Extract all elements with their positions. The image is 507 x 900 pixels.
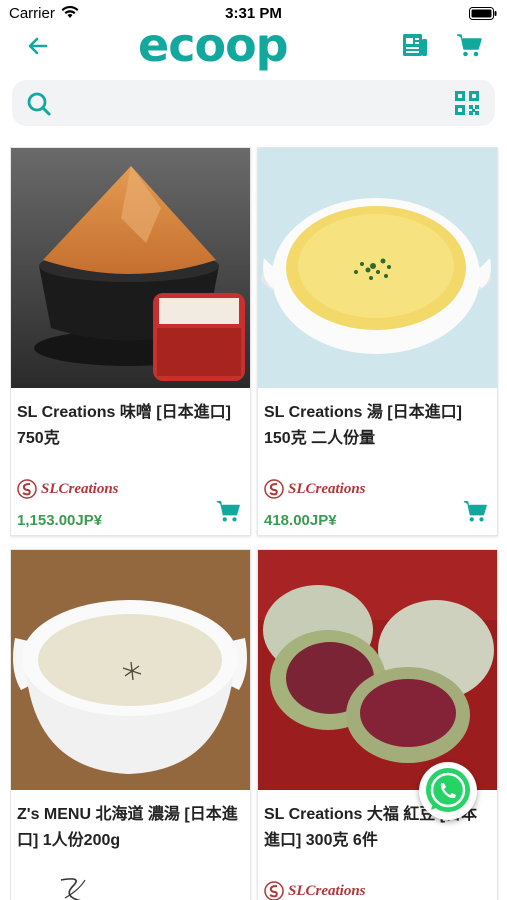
whatsapp-icon [426,768,470,812]
search-bar[interactable] [12,80,495,126]
product-card[interactable]: Z's MENU 北海道 濃湯 [日本進口] 1人份200g [10,549,251,900]
brand-logo [17,878,141,900]
brand-s-icon [264,479,284,499]
product-image-daifuku [258,550,497,790]
back-arrow-icon[interactable] [24,32,52,60]
brand-logo: SLCreations [264,878,366,900]
battery-icon [469,7,497,20]
product-image-miso [11,148,250,388]
product-price: 1,153.00JP¥ [17,512,103,529]
product-image-cream-soup [11,550,250,790]
ecoop-logo: ecoop [138,18,289,72]
product-name[interactable]: SL Creations 湯 [日本進口] 150克 二人份量 [264,400,490,452]
search-input[interactable] [62,88,442,118]
whatsapp-button[interactable] [419,762,477,820]
search-icon [27,92,51,116]
brand-s-icon [264,881,284,900]
app-header: ecoop [0,20,507,70]
brand-name: SLCreations [288,480,366,497]
product-name[interactable]: SL Creations 味噌 [日本進口] 750克 [17,400,243,452]
add-to-cart-icon[interactable] [215,498,241,524]
brand-name: SLCreations [288,882,366,899]
product-price: 418.00JP¥ [264,512,337,529]
brand-logo: SLCreations [264,476,366,502]
product-name[interactable]: Z's MENU 北海道 濃湯 [日本進口] 1人份200g [17,802,243,854]
news-icon[interactable] [400,30,430,60]
zs-menu-logo [60,878,86,900]
product-card[interactable]: SL Creations 湯 [日本進口] 150克 二人份量 SLCreati… [257,147,498,536]
brand-s-icon [17,479,37,499]
product-card[interactable]: SL Creations 味噌 [日本進口] 750克 SLCreations … [10,147,251,536]
brand-logo: SLCreations [17,476,119,502]
cart-icon[interactable] [455,31,483,59]
product-card[interactable]: SL Creations 大福 紅豆 [日本進口] 300克 6件 SLCrea… [257,549,498,900]
brand-name: SLCreations [41,480,119,497]
qr-code-icon[interactable] [454,90,480,116]
add-to-cart-icon[interactable] [462,498,488,524]
product-image-soup [258,148,497,388]
